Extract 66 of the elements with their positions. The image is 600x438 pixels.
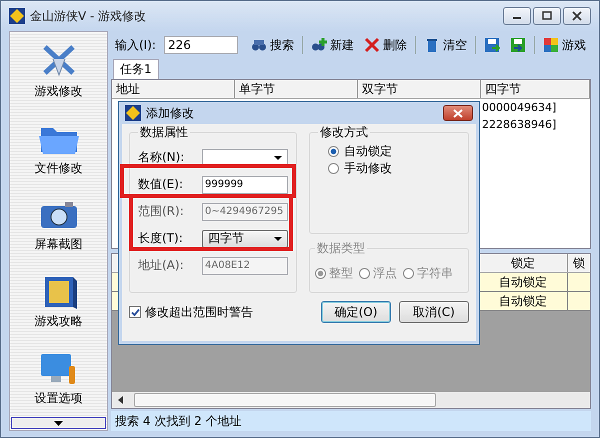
- table-cell-text: 0000049634]: [481, 100, 556, 116]
- column-header[interactable]: 双字节: [358, 80, 481, 98]
- toolbar-button[interactable]: 删除: [360, 34, 410, 56]
- binoculars-icon: [250, 37, 267, 53]
- binoculars-plus-icon: [310, 37, 327, 53]
- close-button[interactable]: [563, 7, 591, 25]
- tab[interactable]: 任务1: [113, 59, 159, 79]
- field-label: 地址(A):: [138, 257, 185, 274]
- radio-button[interactable]: [328, 146, 339, 157]
- toolbar-button[interactable]: 游戏: [540, 34, 589, 56]
- maximize-button[interactable]: [533, 7, 561, 25]
- field-label: 数值(E):: [138, 176, 184, 193]
- dialog-button[interactable]: 取消(C): [399, 301, 469, 323]
- checkbox-option[interactable]: 修改超出范围时警告: [129, 304, 253, 320]
- sidebar-item[interactable]: 游戏攻略: [34, 271, 82, 330]
- colored-squares-icon: [542, 37, 559, 53]
- column-header[interactable]: 地址: [112, 80, 235, 98]
- sidebar-item[interactable]: 设置选项: [34, 348, 82, 408]
- toolbar-button[interactable]: 新建: [308, 34, 357, 56]
- input-field[interactable]: 226: [164, 36, 238, 54]
- close-button[interactable]: [443, 105, 473, 121]
- input-label: 输入(I):: [115, 36, 156, 54]
- window-title: 金山游侠V - 游戏修改: [30, 8, 146, 24]
- group-title: 修改方式: [319, 124, 369, 141]
- minimize-button[interactable]: [503, 7, 531, 25]
- close-icon: [572, 11, 582, 21]
- column-header[interactable]: 锁: [567, 254, 590, 272]
- dropdown[interactable]: 四字节: [202, 230, 288, 248]
- scroll-thumb[interactable]: [134, 393, 436, 407]
- table-cell-text: 2228638946]: [481, 117, 556, 133]
- input-field[interactable]: 999999: [202, 176, 288, 194]
- toolbar-button[interactable]: 清空: [420, 34, 470, 56]
- dialog-title: 添加修改: [146, 104, 194, 122]
- caret-icon: [274, 156, 282, 160]
- status-text: 搜索 4 次找到 2 个地址: [115, 412, 242, 430]
- radio-button[interactable]: [328, 163, 339, 174]
- toolbar-button[interactable]: 搜索: [248, 34, 297, 56]
- close-icon: [453, 108, 463, 118]
- scroll-left-icon: [118, 396, 124, 404]
- checkbox[interactable]: [129, 306, 141, 318]
- diamond-icon: [9, 8, 25, 24]
- caret-icon: [54, 420, 63, 426]
- sidebar-item[interactable]: 屏幕截图: [34, 194, 82, 254]
- field-label: 范围(R):: [138, 203, 185, 220]
- maximize-icon: [542, 11, 552, 21]
- group-title: 数据属性: [139, 124, 189, 141]
- table-cell: 自动锁定: [478, 292, 567, 310]
- radio-option[interactable]: 手动修改: [318, 160, 460, 177]
- column-header[interactable]: 单字节: [235, 80, 358, 98]
- diamond-icon: [125, 105, 141, 121]
- load-icon: [510, 37, 526, 53]
- dialog-button[interactable]: 确定(O): [321, 301, 391, 323]
- column-header[interactable]: 四字节: [481, 80, 590, 98]
- horizontal-scrollbar[interactable]: [112, 392, 590, 408]
- sidebar-item[interactable]: 游戏修改: [34, 40, 82, 100]
- cross-icon: [364, 37, 380, 53]
- table-cell: 自动锁定: [478, 273, 567, 291]
- save-icon: [484, 37, 500, 53]
- scroll-down-button[interactable]: [11, 417, 106, 429]
- group-title: 数据类型: [316, 240, 366, 257]
- field-label: 长度(T):: [138, 230, 184, 247]
- caret-icon: [274, 236, 282, 240]
- radio-option[interactable]: 自动锁定: [318, 143, 460, 160]
- sidebar-item[interactable]: 文件修改: [34, 118, 82, 177]
- field-label: 名称(N):: [138, 149, 186, 166]
- checkmark-icon: [130, 308, 140, 316]
